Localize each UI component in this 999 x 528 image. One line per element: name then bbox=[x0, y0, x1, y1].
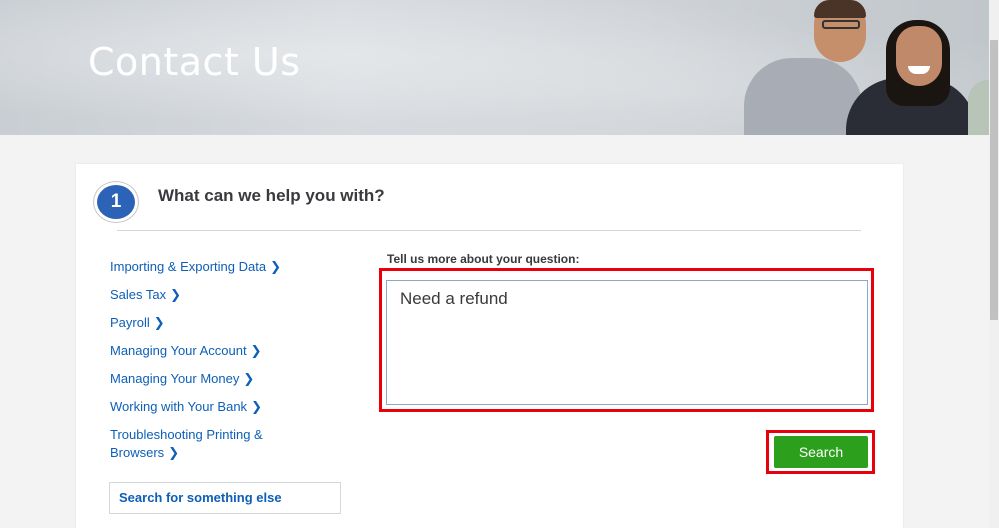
topic-managing-your-money[interactable]: Managing Your Money ❯ bbox=[110, 370, 330, 388]
third-person-edge bbox=[968, 80, 989, 135]
chevron-right-icon: ❯ bbox=[168, 445, 180, 460]
page-scrollbar[interactable] bbox=[989, 0, 999, 528]
topic-importing-exporting-data[interactable]: Importing & Exporting Data ❯ bbox=[110, 258, 330, 276]
chevron-right-icon: ❯ bbox=[251, 399, 262, 414]
step-number: 1 bbox=[97, 185, 135, 219]
man-body bbox=[744, 58, 862, 135]
question-label: Tell us more about your question: bbox=[387, 252, 580, 266]
step-title: What can we help you with? bbox=[158, 186, 385, 205]
chevron-right-icon: ❯ bbox=[250, 343, 262, 358]
help-card: 1 What can we help you with? Importing &… bbox=[76, 164, 903, 528]
woman-head bbox=[896, 26, 942, 86]
support-staff-photo bbox=[744, 0, 989, 135]
chevron-right-icon: ❯ bbox=[270, 259, 281, 274]
topic-label: Payroll bbox=[110, 315, 150, 330]
topic-label: Importing & Exporting Data bbox=[110, 259, 267, 274]
chevron-right-icon: ❯ bbox=[170, 287, 182, 302]
topic-list: Importing & Exporting Data ❯ Sales Tax ❯ P… bbox=[110, 258, 330, 472]
topic-label: Working with Your Bank bbox=[110, 399, 248, 414]
topic-working-with-your-bank[interactable]: Working with Your Bank ❯ bbox=[110, 398, 330, 416]
man-hair bbox=[814, 0, 866, 18]
search-something-else-button[interactable]: Search for something else bbox=[109, 482, 341, 514]
topic-label: Managing Your Money bbox=[110, 371, 240, 386]
topic-managing-your-account[interactable]: Managing Your Account ❯ bbox=[110, 342, 330, 360]
man-glasses bbox=[822, 20, 860, 29]
topic-sales-tax[interactable]: Sales Tax ❯ bbox=[110, 286, 330, 304]
topic-troubleshooting-printing-browsers[interactable]: Troubleshooting Printing & Browsers ❯ bbox=[110, 426, 310, 462]
topic-payroll[interactable]: Payroll ❯ bbox=[110, 314, 330, 332]
chevron-right-icon: ❯ bbox=[243, 371, 255, 386]
topic-label: Troubleshooting Printing & Browsers bbox=[110, 427, 263, 460]
page-title: Contact Us bbox=[88, 40, 301, 84]
scrollbar-thumb[interactable] bbox=[990, 40, 998, 320]
search-button[interactable]: Search bbox=[774, 436, 868, 468]
topic-label: Sales Tax bbox=[110, 287, 167, 302]
chevron-right-icon: ❯ bbox=[153, 315, 165, 330]
step-badge: 1 bbox=[93, 181, 139, 223]
divider bbox=[117, 230, 861, 231]
topic-label: Managing Your Account bbox=[110, 343, 247, 358]
question-textarea[interactable]: Need a refund bbox=[386, 280, 868, 405]
contact-hero-banner: Contact Us bbox=[0, 0, 989, 135]
